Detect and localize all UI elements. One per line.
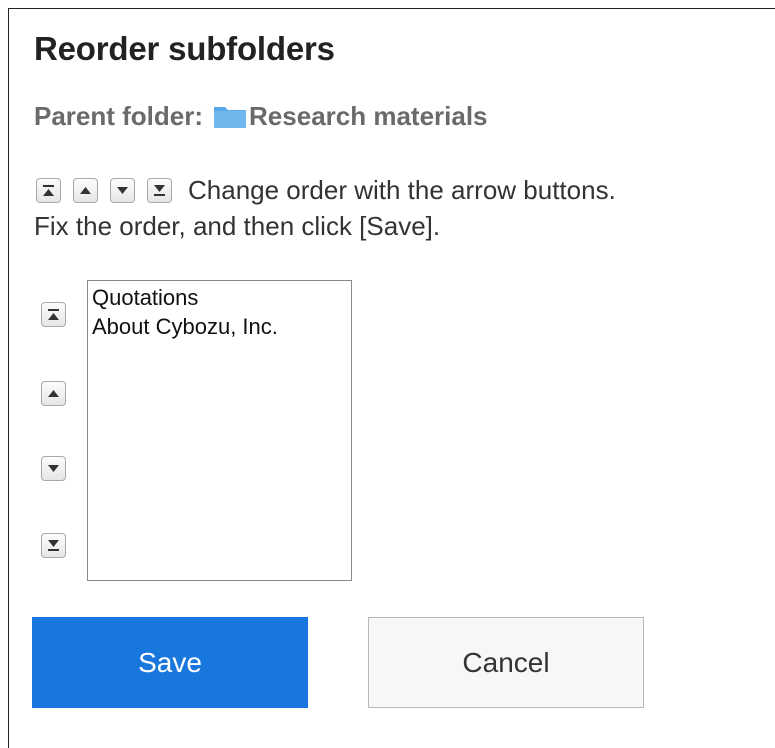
page-title: Reorder subfolders — [34, 30, 335, 67]
move-top-button[interactable] — [41, 302, 66, 327]
parent-folder-row: Parent folder: Research materials — [34, 99, 488, 133]
move-bottom-button[interactable] — [41, 533, 66, 558]
save-button[interactable]: Save — [32, 617, 308, 708]
move-down-button[interactable] — [41, 456, 66, 481]
parent-folder-label: Parent folder: — [34, 100, 204, 131]
move-bottom-icon — [147, 177, 172, 203]
move-up-icon — [73, 177, 98, 203]
folder-icon — [213, 103, 247, 129]
instructions: Change order with the arrow buttons. Fix… — [34, 172, 616, 244]
parent-folder-name: Research materials — [249, 100, 488, 131]
list-item[interactable]: About Cybozu, Inc. — [92, 312, 351, 341]
list-item[interactable]: Quotations — [92, 283, 351, 312]
move-up-button[interactable] — [41, 381, 66, 406]
instruction-line-2: Fix the order, and then click [Save]. — [34, 211, 441, 241]
move-down-icon — [110, 177, 135, 203]
cancel-button[interactable]: Cancel — [368, 617, 644, 708]
subfolder-listbox[interactable]: Quotations About Cybozu, Inc. — [87, 280, 352, 581]
instruction-line-1: Change order with the arrow buttons. — [188, 175, 616, 205]
move-top-icon — [36, 177, 61, 203]
